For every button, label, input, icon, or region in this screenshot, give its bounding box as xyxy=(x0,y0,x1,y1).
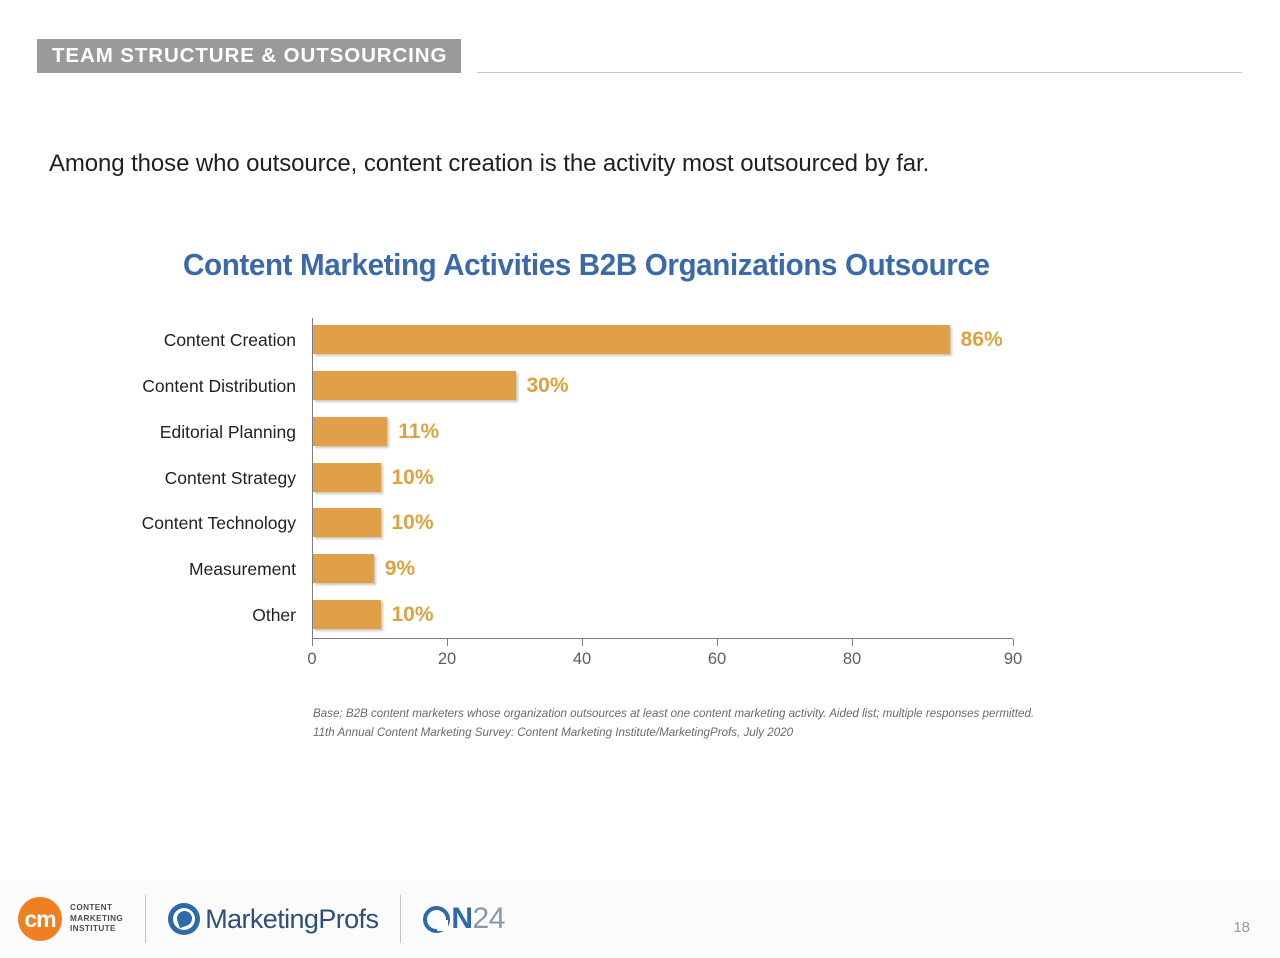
bar xyxy=(313,508,381,538)
bar xyxy=(313,462,381,492)
x-axis-line xyxy=(312,638,1013,639)
slide-footer: CONTENT MARKETING INSTITUTE MarketingPro… xyxy=(0,880,1280,958)
footer-divider-2 xyxy=(400,895,402,943)
x-axis-tick-label: 0 xyxy=(307,650,317,668)
bar-value-label: 30% xyxy=(526,374,569,398)
cmi-word-line-3: INSTITUTE xyxy=(70,924,116,934)
x-axis-tick xyxy=(852,639,853,646)
marketingprofs-globe-icon xyxy=(168,903,201,935)
x-axis-tick xyxy=(447,639,448,646)
cmi-word-line-1: CONTENT xyxy=(70,903,113,913)
content-marketing-institute-logo: CONTENT MARKETING INSTITUTE xyxy=(18,897,123,941)
page-number: 18 xyxy=(1233,919,1250,936)
marketingprofs-wordmark: MarketingProfs xyxy=(205,903,379,934)
on24-logo: N 24 xyxy=(423,902,505,936)
bar-value-label: 10% xyxy=(391,511,434,535)
chart-title: Content Marketing Activities B2B Organiz… xyxy=(183,247,990,282)
cmi-circle-icon xyxy=(18,897,62,941)
category-label: Content Distribution xyxy=(142,376,296,397)
bar xyxy=(313,371,516,401)
category-label: Content Creation xyxy=(163,330,296,351)
bar-value-label: 9% xyxy=(384,556,416,580)
x-axis-tick-label: 20 xyxy=(437,650,457,668)
lead-statement: Among those who outsource, content creat… xyxy=(49,150,930,177)
category-label: Editorial Planning xyxy=(159,421,296,442)
bar-value-label: 86% xyxy=(960,328,1003,352)
bar xyxy=(313,325,950,355)
on24-letter-n: N xyxy=(451,902,473,935)
chart-footnote: Base: B2B content marketers whose organi… xyxy=(313,705,1034,742)
chart-plot-area: 0 20 40 60 80 90 86% 30% 11% 10% 10% 9% 10% xyxy=(307,318,1022,668)
bar xyxy=(313,553,374,583)
bar xyxy=(313,599,381,629)
header-divider-rule xyxy=(477,72,1242,73)
chart-category-labels: Content Creation Content Distribution Edit… xyxy=(0,318,296,638)
footnote-line-2: 11th Annual Content Marketing Survey: Co… xyxy=(313,725,794,739)
cmi-word-line-2: MARKETING xyxy=(70,913,124,923)
bar-value-label: 10% xyxy=(391,602,434,626)
x-axis-tick xyxy=(717,639,718,646)
slide-header: TEAM STRUCTURE & OUTSOURCING xyxy=(0,0,1280,90)
x-axis-tick-label: 90 xyxy=(1003,650,1023,668)
x-axis-tick xyxy=(312,639,313,646)
footer-logo-row: CONTENT MARKETING INSTITUTE MarketingPro… xyxy=(18,890,505,948)
on24-number: 24 xyxy=(472,902,506,935)
category-label: Content Strategy xyxy=(164,467,296,488)
section-title-tag: TEAM STRUCTURE & OUTSOURCING xyxy=(37,39,462,73)
footnote-line-1: Base: B2B content marketers whose organi… xyxy=(313,707,1035,720)
category-label: Measurement xyxy=(189,558,296,579)
bar xyxy=(313,416,388,446)
x-axis-tick-label: 80 xyxy=(842,650,862,668)
bar-value-label: 10% xyxy=(391,465,434,489)
bar-value-label: 11% xyxy=(398,419,440,443)
chart-container: Content Marketing Activities B2B Organiz… xyxy=(0,230,1280,760)
x-axis-tick xyxy=(582,639,583,646)
x-axis-tick xyxy=(1013,639,1014,646)
marketingprofs-logo: MarketingProfs xyxy=(168,903,379,935)
x-axis-tick-label: 60 xyxy=(707,650,727,668)
x-axis-tick-label: 40 xyxy=(572,650,592,668)
on24-circle-icon xyxy=(423,905,451,933)
category-label: Other xyxy=(252,604,296,625)
cmi-wordmark: CONTENT MARKETING INSTITUTE xyxy=(70,903,123,935)
footer-divider-1 xyxy=(145,895,147,943)
category-label: Content Technology xyxy=(141,513,296,534)
